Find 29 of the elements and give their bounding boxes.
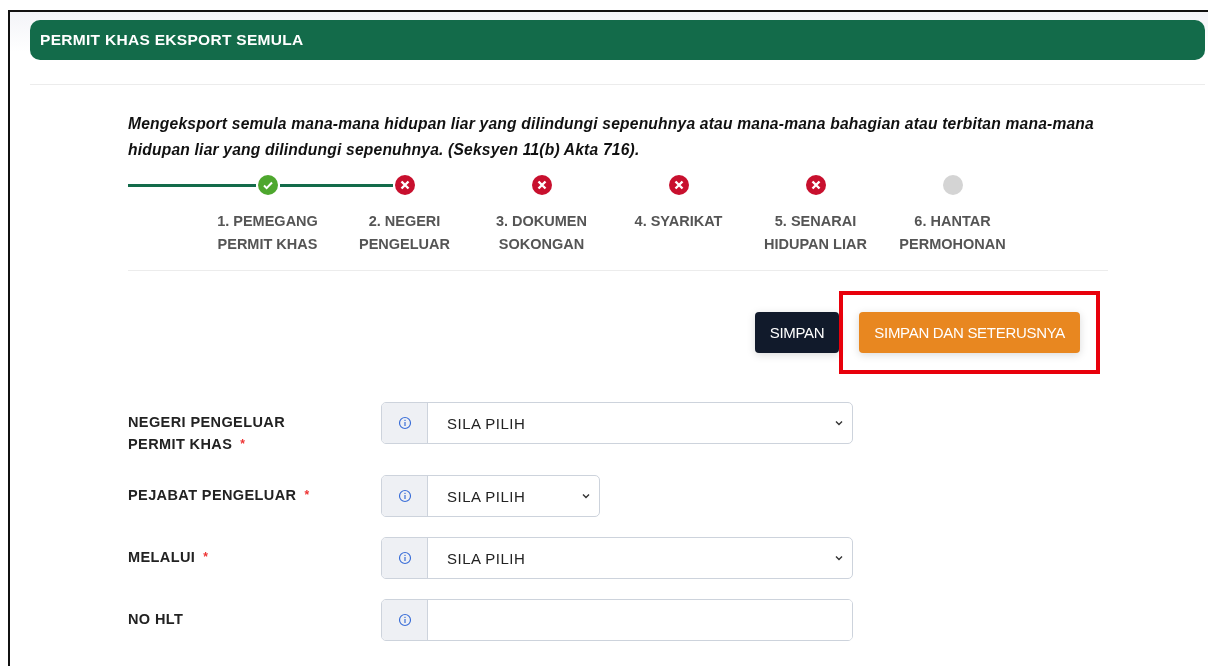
error-icon [531, 175, 552, 195]
info-icon [397, 416, 412, 430]
field-label: PEJABAT PENGELUAR * [128, 486, 311, 505]
field-label: NO HLT [128, 610, 185, 629]
step-label[interactable]: 6. HANTAR PERMOHONAN [887, 210, 1018, 256]
step-label[interactable]: 1. PEMEGANG PERMIT KHAS [202, 210, 333, 256]
chevron-down-icon [834, 553, 844, 563]
step-label[interactable]: 5. SENARAI HIDUPAN LIAR [750, 210, 881, 256]
info-icon [397, 613, 412, 627]
select-field[interactable]: SILA PILIH [381, 475, 600, 517]
check-icon [257, 175, 278, 195]
step-label[interactable]: 3. DOKUMEN SOKONGAN [476, 210, 607, 256]
select-field[interactable]: SILA PILIH [381, 402, 853, 444]
info-icon [397, 489, 412, 503]
select-field[interactable]: SILA PILIH [381, 537, 853, 579]
error-icon [668, 175, 689, 195]
step-label[interactable]: 4. SYARIKAT [613, 210, 744, 233]
chevron-down-icon [581, 491, 591, 501]
pending-dot-icon [942, 175, 963, 195]
page-title: PERMIT KHAS EKSPORT SEMULA [40, 31, 304, 49]
chevron-down-icon [834, 418, 844, 428]
info-icon [397, 551, 412, 565]
save-button[interactable]: SIMPAN [754, 312, 840, 353]
field-label: MELALUI * [128, 548, 210, 567]
description-text: Mengeksport semula mana-mana hidupan liar yang dilindungi sepenuhnya atau mana-mana bahagian atau terbitan mana-mana hidupan liar yang dilindungi sepenuhnya. (Seksyen 11(b) Akta 716). [128, 114, 1095, 160]
step-label[interactable]: 2. NEGERI PENGELUAR [339, 210, 470, 256]
field-label: NEGERI PENGELUAR PERMIT KHAS * [128, 413, 287, 454]
error-icon [394, 175, 415, 195]
error-icon [805, 175, 826, 195]
